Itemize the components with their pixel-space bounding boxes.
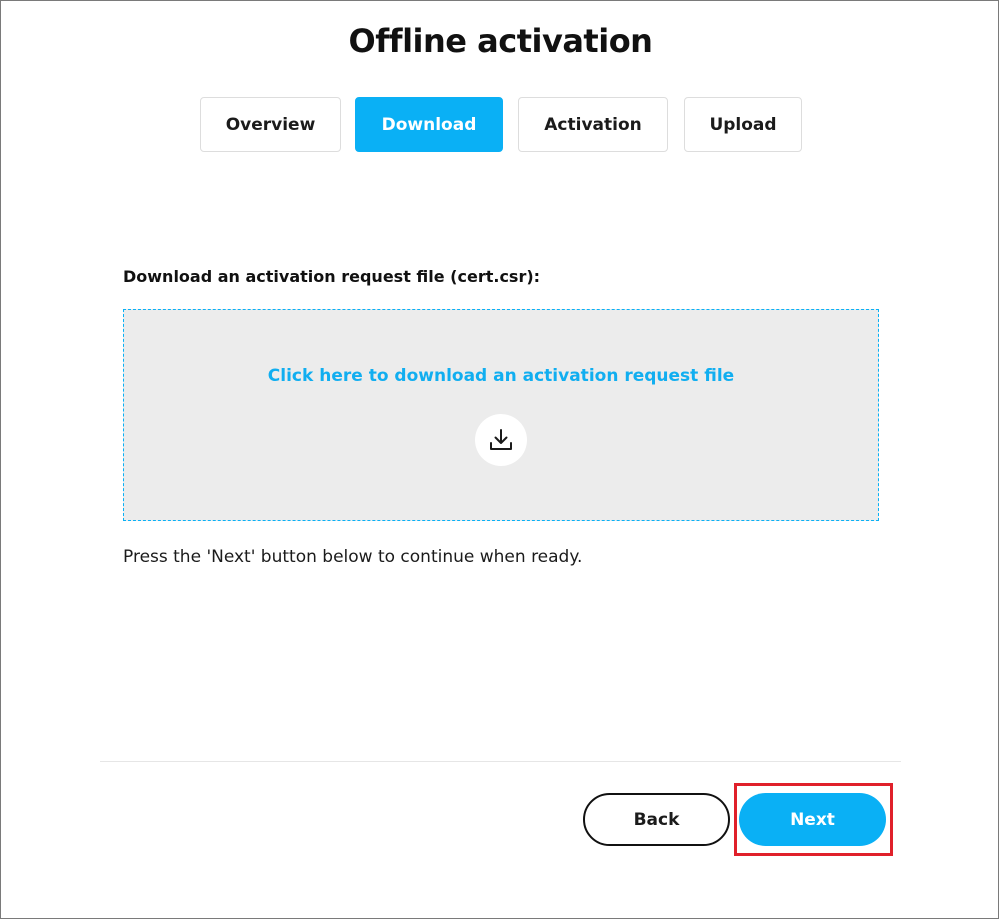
- tab-upload[interactable]: Upload: [684, 97, 802, 152]
- download-section-heading: Download an activation request file (cer…: [123, 267, 541, 286]
- download-icon: [490, 429, 512, 450]
- tab-download[interactable]: Download: [355, 97, 503, 152]
- tab-overview[interactable]: Overview: [200, 97, 341, 152]
- download-button[interactable]: [475, 414, 527, 466]
- page-title: Offline activation: [348, 22, 653, 60]
- download-link[interactable]: Click here to download an activation req…: [124, 366, 878, 386]
- download-dropzone[interactable]: Click here to download an activation req…: [123, 309, 879, 521]
- footer-divider: [100, 761, 901, 762]
- continue-hint: Press the 'Next' button below to continu…: [123, 547, 583, 567]
- tab-activation[interactable]: Activation: [518, 97, 668, 152]
- next-button[interactable]: Next: [739, 793, 886, 846]
- back-button[interactable]: Back: [583, 793, 730, 846]
